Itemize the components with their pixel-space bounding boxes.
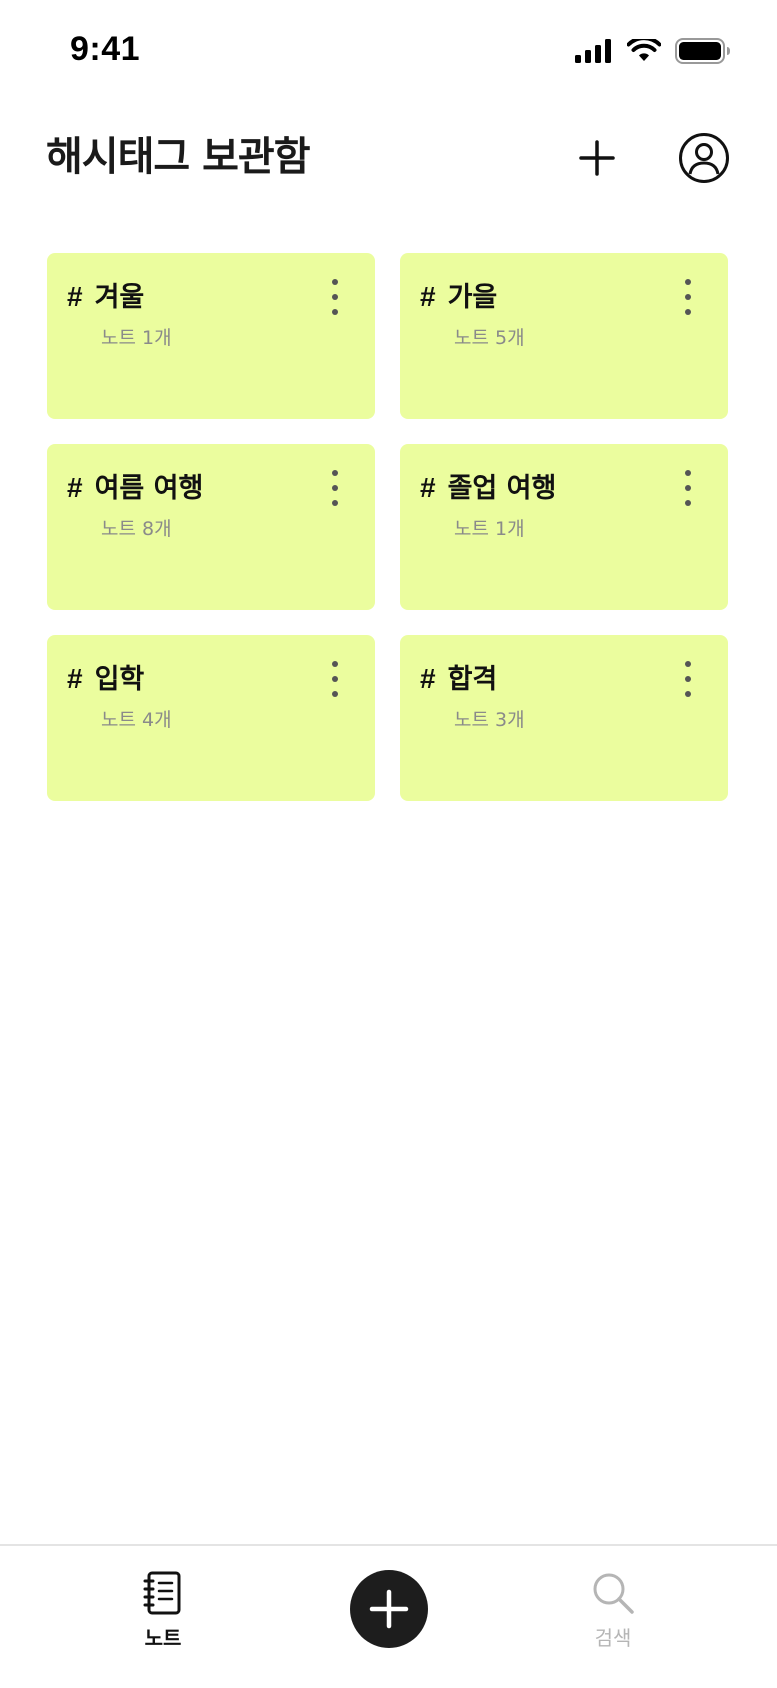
battery-icon: [675, 38, 730, 64]
hashtag-name: 가을: [447, 282, 498, 313]
header: 해시태그 보관함: [0, 110, 777, 200]
hashtag-title: # 가을: [420, 275, 497, 314]
note-count: 노트 5개: [454, 327, 525, 349]
tab-search[interactable]: 검색: [553, 1570, 673, 1651]
hash-symbol: #: [67, 472, 83, 503]
hash-symbol: #: [67, 281, 83, 312]
profile-icon: [679, 133, 729, 183]
hashtag-name: 여름 여행: [94, 473, 204, 504]
hashtag-name: 합격: [447, 664, 498, 695]
page-title: 해시태그 보관함: [46, 134, 311, 180]
plus-icon: [579, 140, 615, 176]
more-vertical-icon[interactable]: [325, 277, 345, 317]
more-vertical-icon[interactable]: [678, 659, 698, 699]
tab-notes-label: 노트: [144, 1626, 182, 1650]
status-icons: [575, 38, 731, 64]
more-vertical-icon[interactable]: [678, 468, 698, 508]
status-bar: 9:41: [0, 0, 777, 100]
wifi-icon: [627, 39, 661, 61]
hashtag-title: # 입학: [67, 657, 144, 696]
hashtag-card[interactable]: # 겨울 노트 1개: [47, 253, 375, 419]
hashtag-grid: # 겨울 노트 1개 # 가을 노트 5개 # 여름 여행 노트 8개 # 졸업…: [47, 253, 728, 801]
hashtag-title: # 합격: [420, 657, 497, 696]
more-vertical-icon[interactable]: [678, 277, 698, 317]
cellular-signal-icon: [575, 39, 611, 63]
hash-symbol: #: [420, 472, 436, 503]
bottom-tab-bar: 노트 검색: [0, 1544, 777, 1688]
hashtag-title: # 겨울: [67, 275, 144, 314]
search-icon: [593, 1573, 634, 1614]
tab-search-label: 검색: [594, 1626, 632, 1650]
hashtag-name: 겨울: [94, 282, 145, 313]
tab-notes[interactable]: 노트: [103, 1570, 223, 1651]
status-time: 9:41: [70, 30, 141, 68]
note-count: 노트 8개: [101, 518, 172, 540]
hash-symbol: #: [420, 663, 436, 694]
hashtag-name: 입학: [94, 664, 145, 695]
add-hashtag-button[interactable]: [567, 128, 627, 188]
note-count: 노트 3개: [454, 709, 525, 731]
plus-icon: [369, 1589, 409, 1629]
more-vertical-icon[interactable]: [325, 468, 345, 508]
notebook-icon: [143, 1571, 181, 1615]
profile-button[interactable]: [674, 128, 734, 188]
note-count: 노트 1개: [101, 327, 172, 349]
hash-symbol: #: [420, 281, 436, 312]
hashtag-card[interactable]: # 입학 노트 4개: [47, 635, 375, 801]
hashtag-card[interactable]: # 합격 노트 3개: [400, 635, 728, 801]
hashtag-card[interactable]: # 졸업 여행 노트 1개: [400, 444, 728, 610]
note-count: 노트 1개: [454, 518, 525, 540]
hash-symbol: #: [67, 663, 83, 694]
hashtag-card[interactable]: # 가을 노트 5개: [400, 253, 728, 419]
note-count: 노트 4개: [101, 709, 172, 731]
hashtag-card[interactable]: # 여름 여행 노트 8개: [47, 444, 375, 610]
hashtag-title: # 졸업 여행: [420, 466, 556, 505]
new-note-button[interactable]: [350, 1570, 428, 1648]
hashtag-title: # 여름 여행: [67, 466, 203, 505]
more-vertical-icon[interactable]: [325, 659, 345, 699]
hashtag-name: 졸업 여행: [447, 473, 557, 504]
